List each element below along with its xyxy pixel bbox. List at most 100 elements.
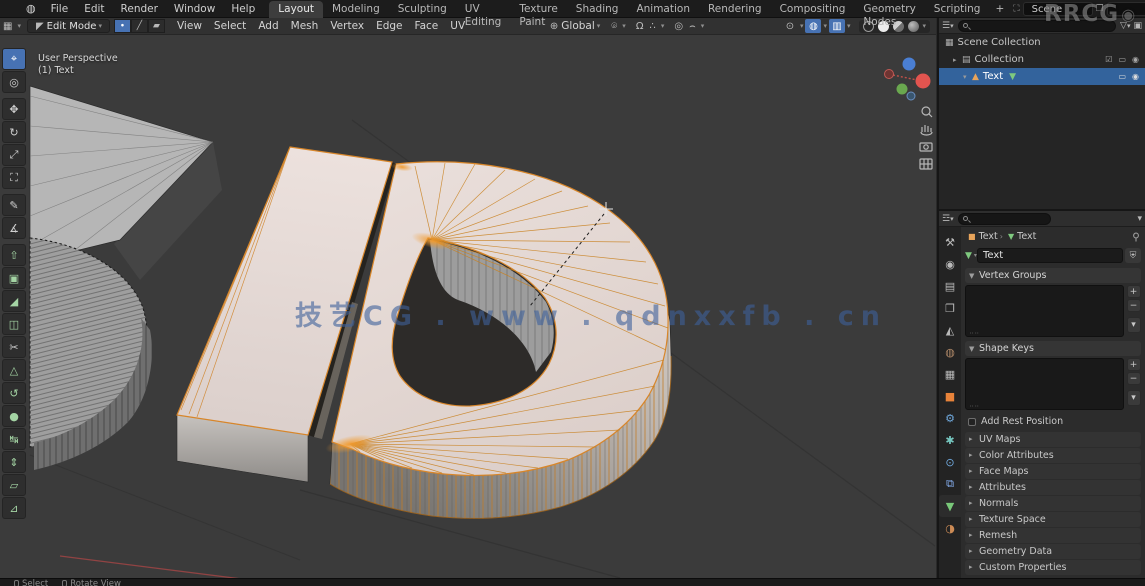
panel-remesh[interactable]: ▸Remesh (965, 528, 1141, 543)
properties-search-input[interactable] (958, 213, 1051, 225)
camera-view-button[interactable] (920, 143, 932, 151)
tool-select-box[interactable]: ⌖ (2, 48, 26, 70)
workspace-tab-animation[interactable]: Animation (627, 1, 699, 18)
panel-color-attributes[interactable]: ▸Color Attributes (965, 448, 1141, 463)
props-tab-output[interactable]: ▤ (939, 275, 961, 297)
panel-geometry-data[interactable]: ▸Geometry Data (965, 544, 1141, 559)
menu-view[interactable]: View (171, 20, 208, 32)
breadcrumb-object-label[interactable]: Text (979, 231, 998, 242)
vertex-groups-list[interactable]: ⣀⣀ (965, 285, 1124, 337)
tool-smooth[interactable]: ● (2, 405, 26, 427)
properties-editor-icon[interactable]: ☲ (942, 214, 950, 224)
pivot-point-icon[interactable]: ⌾ (608, 21, 620, 32)
proportional-edit-icon[interactable]: ◎ (671, 21, 686, 32)
menu-mesh[interactable]: Mesh (285, 20, 325, 32)
menu-render[interactable]: Render (113, 0, 166, 18)
workspace-tab-sculpting[interactable]: Sculpting (389, 1, 456, 18)
vertex-select-button[interactable]: ∙ (114, 19, 131, 33)
collection-hide-viewport-icon[interactable]: ▭ (1118, 55, 1126, 64)
props-tab-render[interactable]: ◉ (939, 253, 961, 275)
pin-icon[interactable] (1131, 232, 1141, 242)
shape-key-specials-button[interactable]: ▾ (1127, 390, 1141, 406)
breadcrumb-data-label[interactable]: Text (1017, 231, 1036, 242)
panel-texture-space[interactable]: ▸Texture Space (965, 512, 1141, 527)
tool-cursor[interactable]: ◎ (2, 71, 26, 93)
shape-keys-list[interactable]: ⣀⣀ (965, 358, 1124, 410)
snap-to-icon[interactable]: ∴ (646, 21, 658, 32)
tool-transform[interactable]: ⛶ (2, 167, 26, 189)
snap-magnet-icon[interactable]: Ω (633, 21, 647, 32)
tool-move[interactable]: ✥ (2, 98, 26, 120)
props-tab-tool[interactable]: ⚒ (939, 231, 961, 253)
move-view-button[interactable] (921, 125, 932, 135)
workspace-tab-uv-editing[interactable]: UV Editing (456, 1, 511, 18)
props-tab-modifiers[interactable]: ⚙ (939, 407, 961, 429)
shape-key-remove-button[interactable]: − (1127, 372, 1141, 385)
workspace-tab-texture-paint[interactable]: Texture Paint (510, 1, 566, 18)
vertex-group-add-button[interactable]: + (1127, 285, 1141, 298)
tool-loop-cut[interactable]: ◫ (2, 313, 26, 335)
outliner-row-text-object[interactable]: ▾ ▲ Text ▼ ▭ ◉ (939, 68, 1145, 85)
tool-rotate[interactable]: ↻ (2, 121, 26, 143)
props-tab-view-layer[interactable]: ❐ (939, 297, 961, 319)
falloff-icon[interactable]: ⌢ (686, 21, 699, 32)
menu-help[interactable]: Help (223, 0, 263, 18)
tool-scale[interactable]: ⤢ (2, 144, 26, 166)
props-tab-particles[interactable]: ✱ (939, 429, 961, 451)
tool-shrink-fatten[interactable]: ⇕ (2, 451, 26, 473)
panel-attributes[interactable]: ▸Attributes (965, 480, 1141, 495)
face-select-button[interactable]: ▰ (148, 19, 165, 33)
rest-position-checkbox[interactable] (968, 418, 976, 426)
blender-logo-icon[interactable]: ◍ (26, 3, 36, 15)
show-overlays-icon[interactable]: ◍ (805, 19, 821, 33)
tool-spin[interactable]: ↺ (2, 382, 26, 404)
workspace-tab-compositing[interactable]: Compositing (771, 1, 855, 18)
navigation-gizmo[interactable] (885, 58, 931, 101)
tool-poly-build[interactable]: △ (2, 359, 26, 381)
vertex-groups-panel-header[interactable]: ▼ Vertex Groups (965, 268, 1141, 283)
workspace-tab-scripting[interactable]: Scripting (925, 1, 990, 18)
text-hide-viewport-icon[interactable]: ▭ (1118, 72, 1126, 81)
panel-custom-properties[interactable]: ▸Custom Properties (965, 560, 1141, 575)
panel-face-maps[interactable]: ▸Face Maps (965, 464, 1141, 479)
zoom-view-button[interactable] (922, 107, 932, 117)
workspace-tab-geometry-nodes[interactable]: Geometry Nodes (854, 1, 924, 18)
menu-edit[interactable]: Edit (76, 0, 112, 18)
show-gizmo-icon[interactable]: ⊙ (782, 19, 798, 33)
vertex-group-specials-button[interactable]: ▾ (1127, 317, 1141, 333)
add-workspace-button[interactable]: + (989, 1, 1010, 18)
workspace-tab-layout[interactable]: Layout (269, 1, 323, 18)
workspace-tab-shading[interactable]: Shading (567, 1, 628, 18)
tool-knife[interactable]: ✂ (2, 336, 26, 358)
panel-uv-maps[interactable]: ▸UV Maps (965, 432, 1141, 447)
menu-file[interactable]: File (43, 0, 77, 18)
collection-expand-arrow[interactable]: ▸ (953, 56, 962, 64)
tool-measure[interactable]: ∡ (2, 217, 26, 239)
props-tab-data[interactable]: ▼ (939, 495, 961, 517)
menu-face[interactable]: Face (409, 20, 445, 32)
xray-toggle-icon[interactable]: ▥ (829, 19, 845, 33)
datablock-name-field[interactable]: Text (977, 248, 1123, 263)
outliner-editor-icon[interactable]: ☰ (942, 21, 950, 31)
shape-key-add-button[interactable]: + (1127, 358, 1141, 371)
tool-extrude-region[interactable]: ⇧ (2, 244, 26, 266)
shading-rendered-button[interactable] (908, 21, 919, 32)
text-object-expand-arrow[interactable]: ▾ (963, 73, 972, 81)
tool-inset-faces[interactable]: ▣ (2, 267, 26, 289)
props-tab-constraints[interactable]: ⧉ (939, 473, 961, 495)
props-tab-world[interactable]: ◍ (939, 341, 961, 363)
tool-rip-region[interactable]: ⊿ (2, 497, 26, 519)
shape-keys-panel-header[interactable]: ▼ Shape Keys (965, 341, 1141, 356)
tool-annotate[interactable]: ✎ (2, 194, 26, 216)
vertex-group-remove-button[interactable]: − (1127, 299, 1141, 312)
orientation-dropdown[interactable]: Global (561, 20, 595, 32)
collection-exclude-checkbox[interactable]: ☑ (1105, 55, 1112, 64)
props-tab-physics[interactable]: ⊙ (939, 451, 961, 473)
workspace-tab-modeling[interactable]: Modeling (323, 1, 389, 18)
mode-dropdown[interactable]: ◤ Edit Mode ▾ (27, 19, 110, 33)
tool-bevel[interactable]: ◢ (2, 290, 26, 312)
text-disable-render-icon[interactable]: ◉ (1132, 72, 1139, 81)
collection-disable-render-icon[interactable]: ◉ (1132, 55, 1139, 64)
menu-select[interactable]: Select (208, 20, 252, 32)
props-tab-material[interactable]: ◑ (939, 517, 961, 539)
